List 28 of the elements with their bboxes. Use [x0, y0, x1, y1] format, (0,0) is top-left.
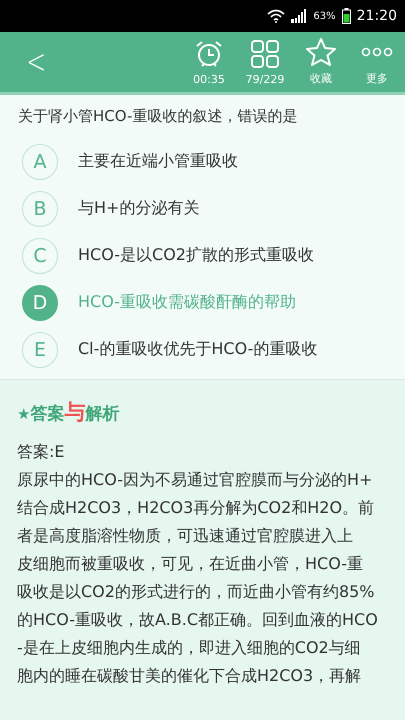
battery-percent: 63%	[313, 10, 336, 22]
option-letter-circle[interactable]: A	[22, 144, 58, 180]
option-letter-circle[interactable]: D	[22, 284, 58, 320]
option-text[interactable]: HCO-是以CO2扩散的形式重吸收	[78, 245, 314, 266]
battery-icon	[342, 8, 351, 24]
wifi-icon	[267, 9, 286, 23]
analysis-heading: ★答案与解析	[17, 399, 120, 426]
explanation-paragraph: 原尿中的HCO-因为不易通过官腔膜而与分泌的H+ 结合成H2CO3，H2CO3再分解为CO2和H2O。前 者是高度脂溶性物质，可迅速通过官腔膜进入上 皮细胞而被重吸收，可见，在近曲小管，HCO-重 吸收是以CO2的形式进行的，而近曲小管有约85% 的HCO-重吸收，故A.B.C都正确。回到血液的HCO -是在上皮细胞内生成的，即进入细胞的CO2与细 胞内的睡在碳酸甘美的催化下合成H2CO3，再解	[17, 469, 379, 687]
timer-action-button[interactable]: 00:35	[181, 32, 237, 92]
alarm-clock-icon	[194, 39, 224, 69]
grid-action-button[interactable]: 79/229	[237, 32, 293, 92]
star-action-button[interactable]: 收藏	[293, 32, 349, 92]
option-letter-circle[interactable]: B	[22, 190, 58, 226]
option-text[interactable]: 与H+的分泌有关	[78, 198, 200, 219]
more-icon	[361, 47, 393, 57]
option-text[interactable]: HCO-重吸收需碳酸酐酶的帮助	[78, 292, 296, 313]
grid-icon	[251, 40, 279, 68]
clock-time: 21:20	[356, 8, 397, 24]
option-letter-circle[interactable]: E	[22, 332, 58, 368]
question-text: 关于肾小管HCO-重吸收的叙述，错误的是	[17, 107, 298, 127]
option-text[interactable]: Cl-的重吸收优先于HCO-的重吸收	[78, 339, 318, 360]
back-button[interactable]: <	[10, 32, 62, 92]
star-icon	[306, 38, 336, 66]
signal-icon	[291, 9, 308, 23]
option-letter-circle[interactable]: C	[22, 238, 58, 274]
more-action-button[interactable]: 更多	[349, 32, 405, 92]
answer-text: 答案:E	[17, 441, 66, 463]
option-text[interactable]: 主要在近端小管重吸收	[78, 151, 238, 172]
